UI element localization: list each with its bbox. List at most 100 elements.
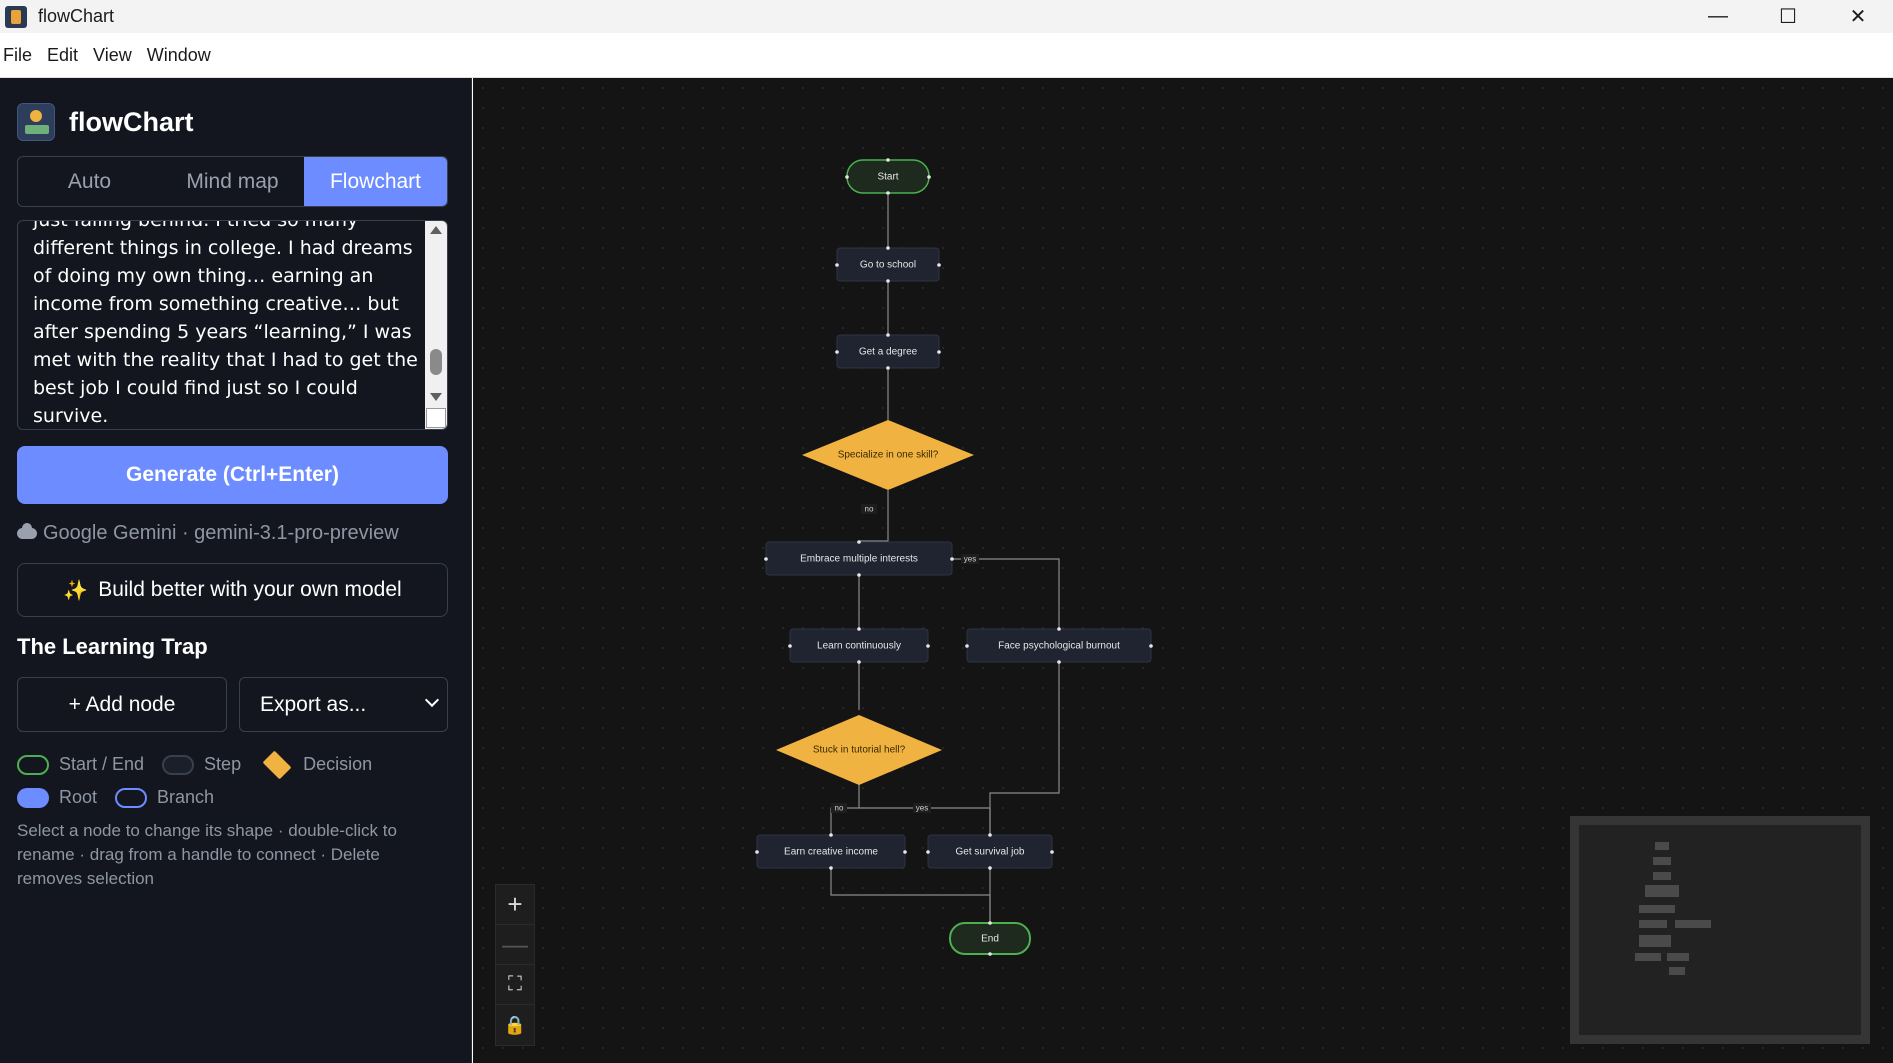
minimap-node — [1653, 872, 1671, 880]
minimap-node — [1655, 842, 1669, 850]
minimap-node — [1639, 905, 1675, 913]
node-burnout-label: Face psychological burnout — [998, 641, 1120, 652]
node-start-label: Start — [877, 172, 898, 183]
legend-decision[interactable]: Decision — [259, 750, 373, 779]
tab-mind-map[interactable]: Mind map — [161, 157, 304, 206]
minimap[interactable] — [1570, 816, 1870, 1044]
node-get-a-degree[interactable]: Get a degree — [836, 334, 940, 369]
window-controls: — ☐ ✕ — [1683, 0, 1893, 33]
edge-burnout-survival — [989, 659, 1060, 834]
flow-canvas[interactable]: no yes no yes Start Go to school Get a d… — [473, 78, 1893, 1063]
node-tutorial-decision[interactable]: Stuck in tutorial hell? — [776, 715, 942, 785]
scroll-down-arrow-icon[interactable] — [430, 393, 442, 401]
node-embrace-multiple-interests[interactable]: Embrace multiple interests — [765, 541, 953, 576]
menu-window[interactable]: Window — [146, 45, 217, 66]
minimize-button[interactable]: — — [1683, 0, 1753, 33]
window-title: flowChart — [38, 6, 115, 26]
provider-info: Google Gemini · gemini-3.1-pro-preview — [17, 522, 399, 545]
menu-bar: File Edit View Window — [0, 33, 1893, 78]
canvas-controls: + — ⛶ 🔒 — [495, 884, 535, 1046]
provider-label: Google Gemini · gemini-3.1-pro-preview — [43, 522, 399, 544]
minimap-node — [1639, 920, 1667, 928]
prompt-textarea[interactable]: just falling behind. I tried so many dif… — [17, 220, 448, 430]
node-degree-label: Get a degree — [859, 347, 918, 358]
node-get-survival-job[interactable]: Get survival job — [927, 834, 1053, 869]
node-survival-label: Get survival job — [956, 847, 1025, 858]
menu-view[interactable]: View — [92, 45, 138, 66]
node-specialize-label: Specialize in one skill? — [838, 450, 939, 461]
node-go-to-school[interactable]: Go to school — [836, 247, 940, 282]
menu-file[interactable]: File — [2, 45, 38, 66]
brand-name: flowChart — [69, 106, 194, 137]
legend-branch-label: Branch — [157, 787, 215, 807]
export-select[interactable]: Export as... — [239, 677, 448, 732]
node-start[interactable]: Start — [846, 159, 930, 194]
minimap-node — [1653, 857, 1671, 865]
sparkle-icon: ✨ — [63, 579, 89, 602]
add-node-button[interactable]: + Add node — [17, 677, 227, 732]
edge-label-yes-2: yes — [916, 804, 928, 813]
minimap-node — [1667, 953, 1689, 961]
node-school-label: Go to school — [860, 260, 916, 271]
root-swatch — [17, 787, 49, 808]
maximize-button[interactable]: ☐ — [1753, 0, 1823, 33]
mode-tabs: Auto Mind map Flowchart — [17, 156, 448, 207]
node-earn-creative-income[interactable]: Earn creative income — [756, 834, 906, 869]
legend-start-end[interactable]: Start / End — [17, 754, 144, 775]
legend-root-label: Root — [59, 787, 98, 807]
build-own-model-button[interactable]: ✨ Build better with your own model — [17, 563, 448, 617]
legend-step[interactable]: Step — [162, 754, 241, 775]
node-specialize-decision[interactable]: Specialize in one skill? — [802, 420, 974, 490]
brand: flowChart — [17, 103, 194, 141]
legend-root[interactable]: Root — [17, 787, 97, 808]
textarea-scrollbar[interactable] — [425, 221, 447, 429]
minimap-node — [1669, 967, 1685, 975]
legend-decision-label: Decision — [303, 754, 373, 774]
legend-start-end-label: Start / End — [59, 754, 145, 774]
resize-grip-icon[interactable] — [426, 408, 446, 428]
minimap-node — [1645, 885, 1679, 897]
cloud-icon — [17, 523, 37, 539]
branch-swatch — [115, 787, 148, 808]
minimap-node — [1635, 953, 1661, 961]
document-title: The Learning Trap — [17, 634, 208, 659]
minimap-node — [1639, 935, 1671, 947]
scroll-thumb[interactable] — [430, 349, 442, 375]
decision-swatch — [262, 750, 292, 779]
edge-specialize-embrace — [859, 490, 889, 542]
scroll-up-arrow-icon[interactable] — [430, 226, 442, 234]
legend-branch[interactable]: Branch — [115, 787, 214, 808]
menu-edit[interactable]: Edit — [46, 45, 84, 66]
node-learn-continuously[interactable]: Learn continuously — [789, 628, 929, 663]
help-hint: Select a node to change its shape · doub… — [17, 821, 397, 888]
edge-embrace-burnout — [951, 558, 1060, 629]
minimap-node — [1675, 920, 1711, 928]
zoom-in-icon[interactable]: + — [496, 885, 534, 925]
node-face-psychological-burnout[interactable]: Face psychological burnout — [966, 628, 1152, 663]
sidebar: flowChart Auto Mind map Flowchart just f… — [0, 78, 472, 1063]
tab-flowchart[interactable]: Flowchart — [304, 157, 447, 206]
logo-icon — [17, 103, 55, 141]
edge-label-no-1: no — [865, 505, 874, 514]
fit-view-icon[interactable]: ⛶ — [496, 965, 534, 1005]
tab-auto[interactable]: Auto — [18, 157, 161, 206]
edge-creative-end — [830, 864, 991, 926]
close-button[interactable]: ✕ — [1823, 0, 1893, 33]
zoom-out-icon[interactable]: — — [496, 925, 534, 965]
node-creative-label: Earn creative income — [784, 847, 878, 858]
export-label: Export as... — [260, 692, 367, 716]
node-embrace-label: Embrace multiple interests — [800, 554, 918, 565]
title-bar: flowChart — ☐ ✕ — [0, 0, 1893, 33]
legend-step-label: Step — [204, 754, 242, 774]
prompt-text[interactable]: just falling behind. I tried so many dif… — [33, 221, 418, 429]
build-label: Build better with your own model — [98, 578, 402, 601]
node-learn-label: Learn continuously — [817, 641, 901, 652]
step-swatch — [162, 754, 195, 775]
generate-button[interactable]: Generate (Ctrl+Enter) — [17, 446, 448, 504]
app-icon — [5, 5, 27, 28]
lock-icon[interactable]: 🔒 — [496, 1005, 534, 1045]
shape-legend: Start / End Step Decision Root Branch — [17, 748, 457, 814]
edge-label-no-2: no — [835, 804, 844, 813]
start-end-swatch — [17, 754, 49, 775]
node-end[interactable]: End — [949, 922, 1031, 955]
